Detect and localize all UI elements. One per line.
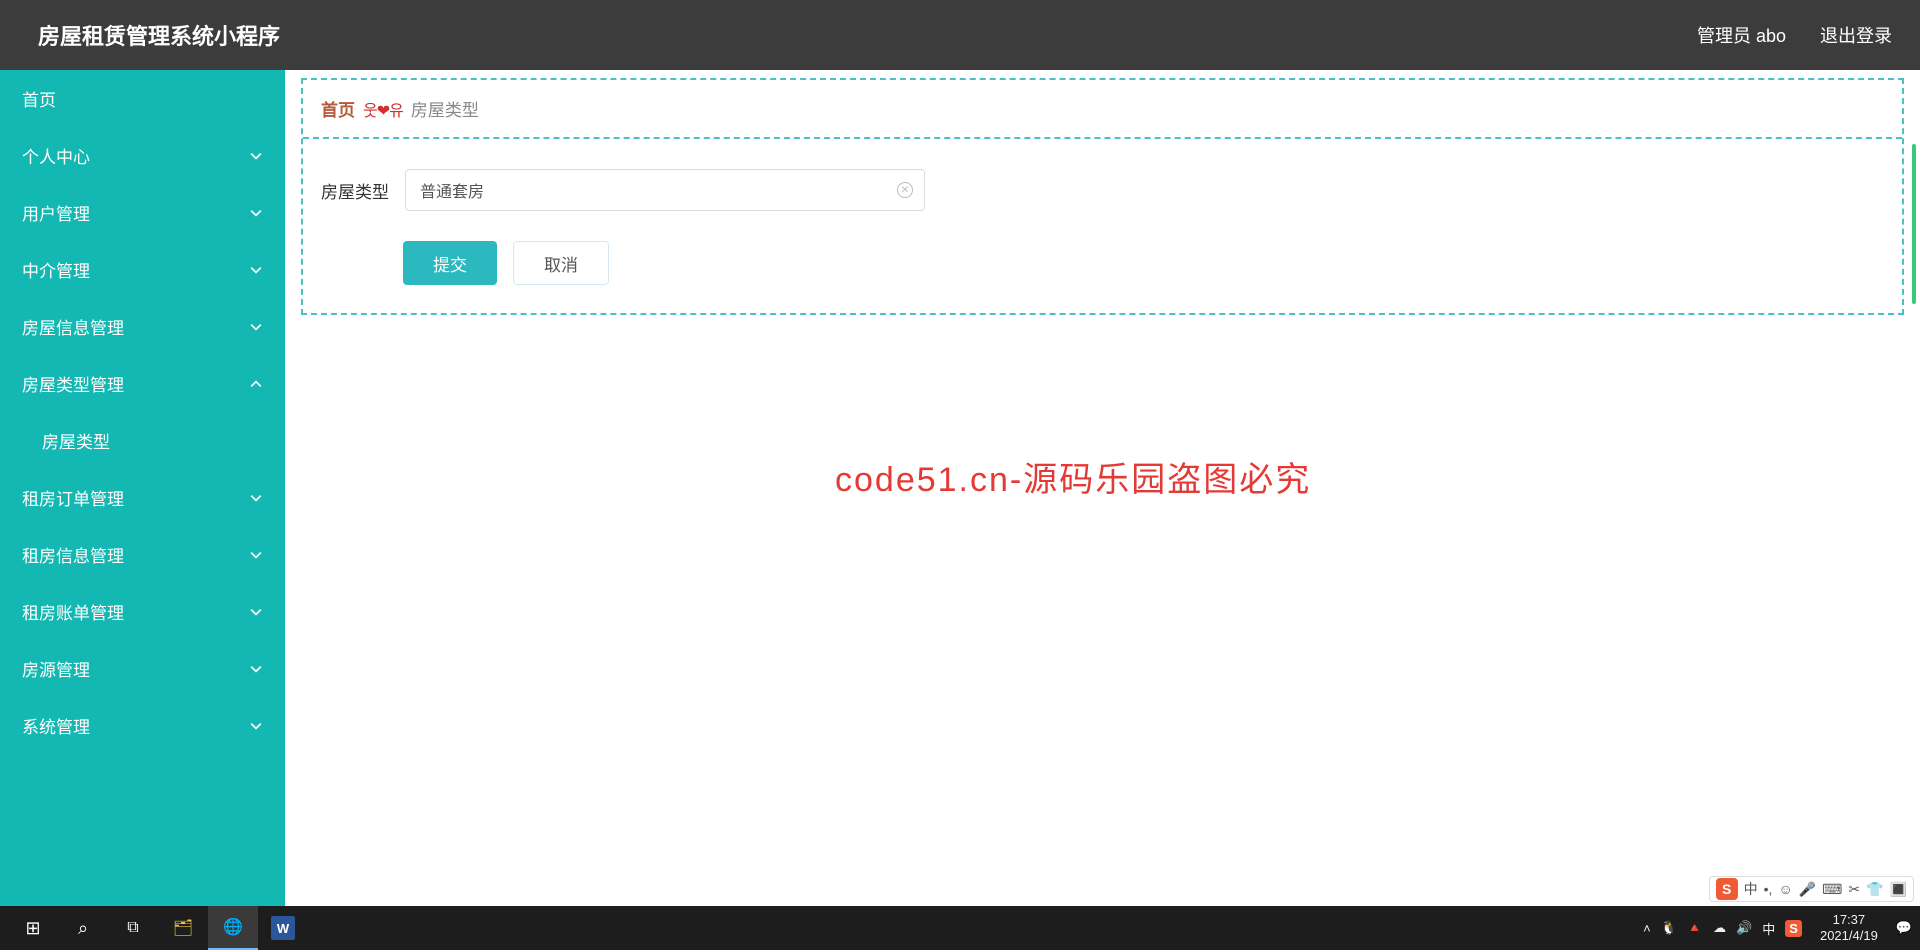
taskbar-clock[interactable]: 17:37 2021/4/19 [1812, 912, 1886, 943]
chevron-down-icon [249, 719, 263, 733]
tray-icon[interactable]: 🐧 [1661, 920, 1677, 936]
clear-input-icon[interactable]: ✕ [897, 182, 913, 198]
clock-date: 2021/4/19 [1820, 928, 1878, 944]
sidebar-item-house-type[interactable]: 房屋类型管理 [0, 355, 285, 412]
chevron-down-icon [249, 662, 263, 676]
chevron-down-icon [249, 491, 263, 505]
sidebar-item-rent-bill[interactable]: 租房账单管理 [0, 583, 285, 640]
task-view-icon: ⧉ [127, 919, 138, 937]
ime-item[interactable]: 中 [1744, 879, 1758, 899]
page-title: 房屋租赁管理系统小程序 [38, 19, 280, 51]
chevron-up-icon [249, 377, 263, 391]
sidebar-item-label: 首页 [22, 86, 56, 111]
breadcrumb-home[interactable]: 首页 [321, 96, 355, 121]
chevron-down-icon [249, 206, 263, 220]
chevron-down-icon [249, 149, 263, 163]
word-button[interactable]: W [258, 906, 308, 950]
breadcrumb-separator-icon: 웃❤유 [363, 97, 403, 121]
search-icon: ⌕ [78, 918, 88, 939]
current-user[interactable]: 管理员 abo [1697, 22, 1786, 48]
watermark-large: code51.cn-源码乐园盗图必究 [835, 452, 1311, 501]
chrome-button[interactable]: 🌐 [208, 906, 258, 950]
task-view-button[interactable]: ⧉ [108, 906, 158, 950]
sidebar-item-rent-info[interactable]: 租房信息管理 [0, 526, 285, 583]
chrome-icon: 🌐 [223, 917, 243, 937]
ime-item[interactable]: ✂ [1848, 881, 1860, 898]
submit-button[interactable]: 提交 [403, 241, 497, 285]
sidebar-item-system[interactable]: 系统管理 [0, 697, 285, 754]
tray-icon[interactable]: ☁ [1713, 920, 1726, 936]
chevron-down-icon [249, 263, 263, 277]
sidebar-item-label: 租房订单管理 [22, 485, 124, 510]
ime-toolbar[interactable]: S 中 •, ☺ 🎤 ⌨ ✂ 👕 🔳 [1709, 876, 1914, 902]
chevron-down-icon [249, 320, 263, 334]
app-header: 房屋租赁管理系统小程序 管理员 abo 退出登录 [0, 0, 1920, 70]
sidebar: 首页 个人中心 用户管理 中介管理 房屋信息管理 房屋类型管理 [0, 70, 285, 906]
ime-item[interactable]: 🎤 [1799, 881, 1816, 898]
sidebar-item-house-source[interactable]: 房源管理 [0, 640, 285, 697]
form-actions: 提交 取消 [303, 229, 1902, 313]
sidebar-item-label: 中介管理 [22, 257, 90, 282]
ime-logo-icon[interactable]: S [1716, 878, 1738, 900]
action-center-icon[interactable]: 💬 [1896, 920, 1912, 936]
search-button[interactable]: ⌕ [58, 906, 108, 950]
chevron-down-icon [249, 548, 263, 562]
logout-link[interactable]: 退出登录 [1820, 22, 1892, 48]
word-icon: W [271, 916, 295, 940]
sidebar-item-rent-order[interactable]: 租房订单管理 [0, 469, 285, 526]
sidebar-item-home[interactable]: 首页 [0, 70, 285, 127]
sidebar-item-users[interactable]: 用户管理 [0, 184, 285, 241]
sidebar-item-label: 房源管理 [22, 656, 90, 681]
chevron-down-icon [249, 605, 263, 619]
sidebar-item-label: 用户管理 [22, 200, 90, 225]
sidebar-item-house-info[interactable]: 房屋信息管理 [0, 298, 285, 355]
sidebar-subitem-house-type[interactable]: 房屋类型 [0, 412, 285, 469]
breadcrumb: 首页 웃❤유 房屋类型 [303, 80, 1902, 139]
ime-item[interactable]: 👕 [1866, 881, 1883, 898]
windows-icon: ⊞ [25, 918, 40, 939]
windows-taskbar: ⊞ ⌕ ⧉ 🗂 🌐 W ˄ 🐧 🔺 ☁ 🔊 中 S [0, 906, 1920, 950]
ime-item[interactable]: ⌨ [1822, 881, 1842, 898]
sidebar-item-label: 租房账单管理 [22, 599, 124, 624]
form-label-house-type: 房屋类型 [321, 178, 391, 203]
scrollbar-indicator[interactable] [1912, 144, 1916, 304]
tray-sogou-icon[interactable]: S [1785, 920, 1802, 937]
sidebar-item-label: 个人中心 [22, 143, 90, 168]
sidebar-item-profile[interactable]: 个人中心 [0, 127, 285, 184]
start-button[interactable]: ⊞ [8, 906, 58, 950]
sidebar-item-label: 系统管理 [22, 713, 90, 738]
breadcrumb-current: 房屋类型 [411, 96, 479, 121]
sidebar-item-agency[interactable]: 中介管理 [0, 241, 285, 298]
sidebar-item-label: 房屋类型管理 [22, 371, 124, 396]
explorer-button[interactable]: 🗂 [158, 906, 208, 950]
main-content: 首页 웃❤유 房屋类型 房屋类型 ✕ 提交 取消 code51.cn-源码乐园盗… [285, 70, 1920, 906]
cancel-button[interactable]: 取消 [513, 241, 609, 285]
ime-item[interactable]: •, [1764, 881, 1773, 897]
tray-ime-icon[interactable]: 中 [1762, 919, 1775, 938]
tray-icon[interactable]: 🔺 [1687, 920, 1703, 936]
clock-time: 17:37 [1820, 912, 1878, 928]
sidebar-item-label: 房屋类型 [42, 428, 110, 453]
tray-volume-icon[interactable]: 🔊 [1736, 920, 1752, 936]
sidebar-item-label: 房屋信息管理 [22, 314, 124, 339]
ime-item[interactable]: 🔳 [1890, 881, 1907, 898]
tray-notification-icon[interactable]: ˄ [1643, 921, 1651, 936]
ime-item[interactable]: ☺ [1778, 881, 1792, 897]
content-card: 首页 웃❤유 房屋类型 房屋类型 ✕ 提交 取消 [301, 78, 1904, 315]
sidebar-item-label: 租房信息管理 [22, 542, 124, 567]
house-type-input[interactable] [405, 169, 925, 211]
form-row-house-type: 房屋类型 ✕ [303, 139, 1902, 229]
folder-icon: 🗂 [173, 918, 193, 938]
